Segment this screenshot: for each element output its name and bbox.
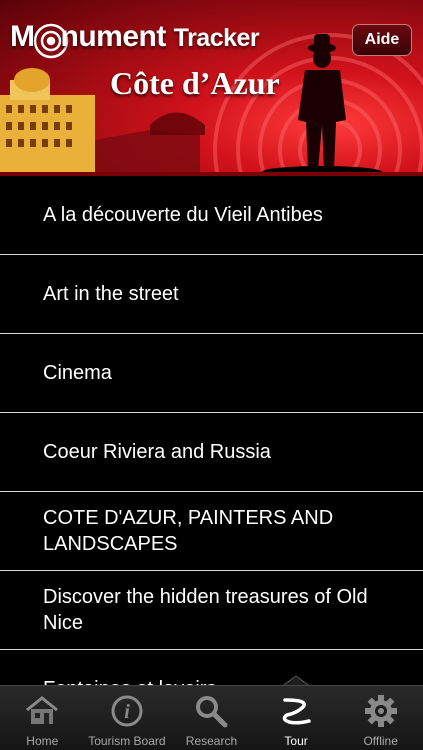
list-item-label: Cinema xyxy=(43,362,112,384)
region-title: Côte d’Azur xyxy=(110,65,280,101)
tab-tourism-board-label: Tourism Board xyxy=(88,734,166,748)
help-button[interactable]: Aide xyxy=(352,24,412,56)
tab-offline-label: Offline xyxy=(363,734,398,748)
list-item-label: COTE D'AZUR, PAINTERS AND LANDSCAPES xyxy=(43,507,334,555)
tab-research-label: Research xyxy=(185,734,238,748)
list-item[interactable]: Art in the street xyxy=(0,255,423,334)
tab-home-label: Home xyxy=(26,734,59,748)
list-item-label: Discover the hidden treasures of Old Nic… xyxy=(43,586,368,634)
app-header: Mnument Tracker Côte d’Azur Aide xyxy=(0,0,423,176)
info-icon: i xyxy=(111,695,143,727)
app-title: Mnument Tracker xyxy=(10,20,260,54)
list-item-label: Fontaines et lavoirs xyxy=(43,676,216,685)
list-item-label: Coeur Riviera and Russia xyxy=(43,441,271,463)
list-item-label: A la découverte du Vieil Antibes xyxy=(43,204,323,226)
list-item[interactable]: Cinema xyxy=(0,334,423,413)
tour-list[interactable]: A la découverte du Vieil Antibes Art in … xyxy=(0,176,423,685)
home-icon xyxy=(26,696,59,724)
list-item[interactable]: Fontaines et lavoirs xyxy=(0,650,423,685)
gear-icon xyxy=(364,695,397,727)
tab-home[interactable]: Home xyxy=(0,686,85,750)
list-item-label: Art in the street xyxy=(43,283,179,305)
tour-path-icon xyxy=(282,698,311,725)
tab-offline[interactable]: Offline xyxy=(338,686,423,750)
tab-bar: Home i Tourism Board Research Tour Offli… xyxy=(0,685,423,750)
list-item[interactable]: COTE D'AZUR, PAINTERS AND LANDSCAPES xyxy=(0,492,423,571)
search-icon xyxy=(196,696,228,728)
list-item[interactable]: Discover the hidden treasures of Old Nic… xyxy=(0,571,423,650)
svg-text:i: i xyxy=(124,701,130,723)
tab-tour-label: Tour xyxy=(284,734,308,748)
app-title-tracker: Tracker xyxy=(173,24,260,52)
app-title-nument: nument xyxy=(60,20,167,53)
tab-tourism-board[interactable]: i Tourism Board xyxy=(85,686,170,750)
app-title-m: M xyxy=(10,20,35,53)
tab-research[interactable]: Research xyxy=(169,686,254,750)
list-item[interactable]: A la découverte du Vieil Antibes xyxy=(0,176,423,255)
tab-tour[interactable]: Tour xyxy=(254,686,339,750)
list-item[interactable]: Coeur Riviera and Russia xyxy=(0,413,423,492)
